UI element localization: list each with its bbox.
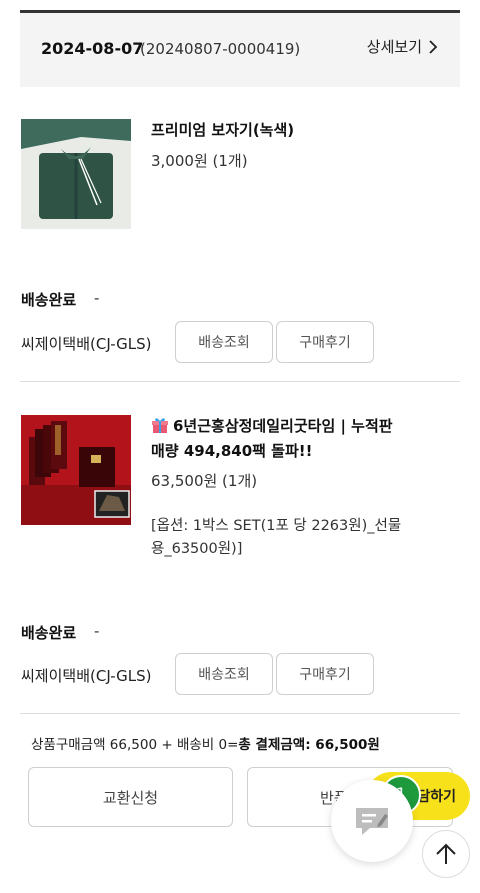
write-review-button[interactable]: 구매후기 bbox=[276, 653, 374, 695]
product-name-line2: 매량 494,840팩 돌파!! bbox=[151, 442, 313, 460]
chevron-right-icon bbox=[429, 39, 438, 54]
order-number: (20240807-0000419) bbox=[140, 40, 301, 58]
product-option: [옵션: 1박스 SET(1포 당 2263원)_선물 용_63500원)] bbox=[151, 515, 401, 561]
track-shipment-button[interactable]: 배송조회 bbox=[175, 321, 273, 363]
product-price: 3,000원 (1개) bbox=[151, 152, 248, 170]
summary-text: 상품구매금액 66,500 + 배송비 0= bbox=[31, 737, 239, 753]
product-price: 63,500원 (1개) bbox=[151, 472, 258, 490]
product-image-red-ginseng[interactable] bbox=[21, 415, 131, 525]
order-date: 2024-08-07 bbox=[41, 39, 144, 58]
carrier-name: 씨제이택배(CJ-GLS) bbox=[21, 335, 152, 353]
shipping-status: 배송완료 bbox=[21, 291, 77, 309]
scroll-to-top-button[interactable] bbox=[422, 830, 470, 878]
detail-view-label: 상세보기 bbox=[366, 38, 422, 56]
product-name[interactable]: 6년근홍삼정데일리굿타임 | 누적판 매량 494,840팩 돌파!! bbox=[151, 415, 393, 462]
payment-summary: 상품구매금액 66,500 + 배송비 0=총 결제금액: 66,500원 bbox=[31, 733, 380, 753]
product-option-line1: [옵션: 1박스 SET(1포 당 2263원)_선물 bbox=[151, 518, 402, 534]
arrow-up-icon bbox=[436, 843, 456, 864]
carrier-name: 씨제이택배(CJ-GLS) bbox=[21, 667, 152, 685]
shipping-status: 배송완료 bbox=[21, 624, 77, 642]
product-image-wrapping-cloth[interactable] bbox=[21, 119, 131, 229]
exchange-request-button[interactable]: 교환신청 bbox=[28, 767, 233, 827]
cart-fab-label: 담하기 bbox=[417, 789, 456, 805]
shipping-dash: - bbox=[94, 622, 100, 640]
chat-icon bbox=[356, 808, 388, 835]
track-shipment-button[interactable]: 배송조회 bbox=[175, 653, 273, 695]
summary-total: 총 결제금액: 66,500원 bbox=[238, 737, 380, 753]
gift-icon bbox=[151, 416, 169, 440]
write-review-button[interactable]: 구매후기 bbox=[276, 321, 374, 363]
order-header: 2024-08-07 (20240807-0000419) 상세보기 bbox=[20, 13, 460, 87]
chat-button[interactable] bbox=[331, 780, 413, 862]
item-divider bbox=[20, 381, 460, 382]
product-option-line2: 용_63500원)] bbox=[151, 541, 243, 557]
shipping-dash: - bbox=[94, 289, 100, 307]
detail-view-link[interactable]: 상세보기 bbox=[367, 36, 438, 57]
product-name-line: 6년근홍삼정데일리굿타임 | 누적판 bbox=[151, 415, 393, 440]
product-name[interactable]: 프리미엄 보자기(녹색) bbox=[151, 119, 294, 141]
summary-divider bbox=[20, 713, 460, 714]
product-name-line1: 6년근홍삼정데일리굿타임 | 누적판 bbox=[173, 417, 393, 435]
